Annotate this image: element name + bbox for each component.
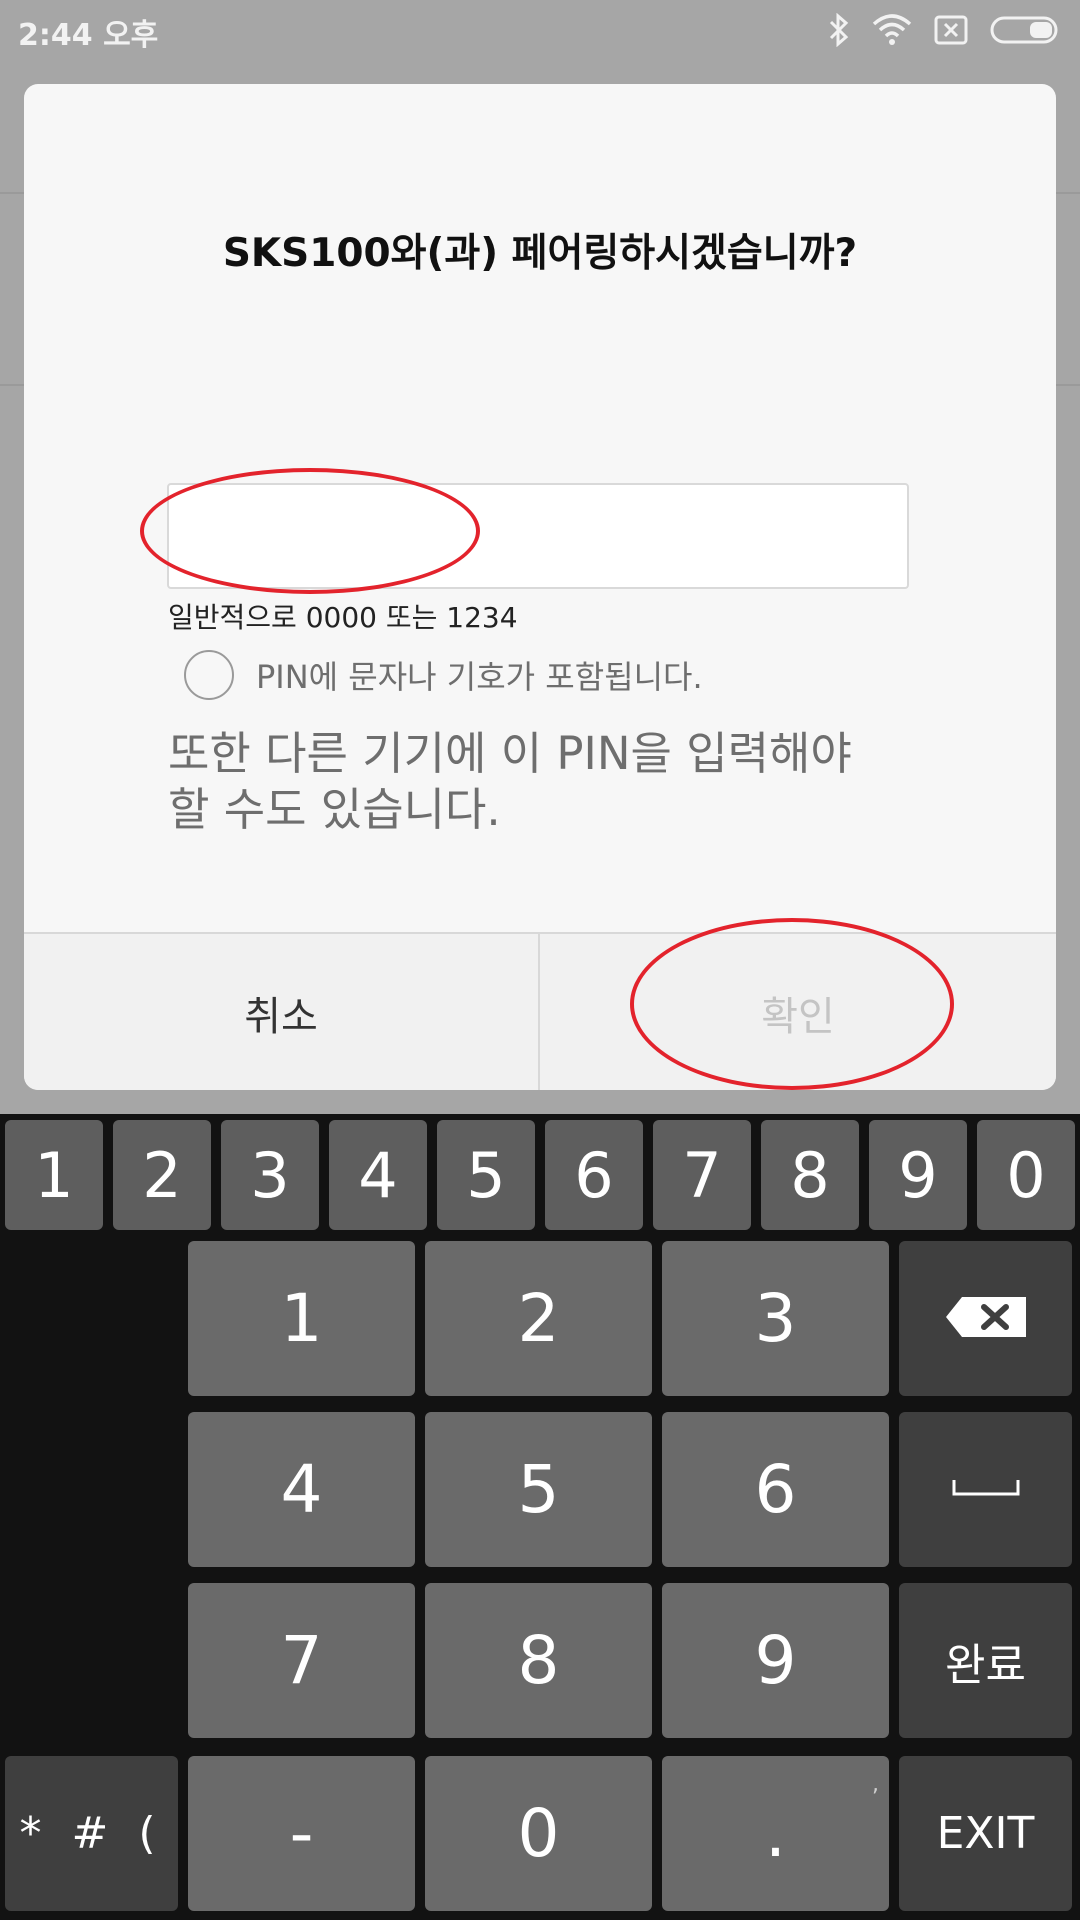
key-3[interactable]: 3 bbox=[662, 1241, 889, 1396]
status-time: 2:44 오후 bbox=[18, 18, 159, 53]
key-top-6[interactable]: 6 bbox=[545, 1120, 643, 1230]
key-top-7[interactable]: 7 bbox=[653, 1120, 751, 1230]
space-key[interactable] bbox=[899, 1412, 1072, 1567]
key-8[interactable]: 8 bbox=[425, 1583, 652, 1738]
confirm-button[interactable]: 확인 bbox=[540, 934, 1056, 1090]
info-text-line: 할 수도 있습니다. bbox=[168, 783, 501, 836]
key-top-3[interactable]: 3 bbox=[221, 1120, 319, 1230]
status-bar: 2:44 오후 bbox=[0, 0, 1080, 58]
key-2[interactable]: 2 bbox=[425, 1241, 652, 1396]
info-text-line: 또한 다른 기기에 이 PIN을 입력해야 bbox=[168, 727, 852, 780]
exit-key[interactable]: EXIT bbox=[899, 1756, 1072, 1911]
key-7[interactable]: 7 bbox=[188, 1583, 415, 1738]
bluetooth-icon bbox=[828, 13, 850, 47]
status-icons bbox=[828, 12, 1062, 48]
symbols-key[interactable]: * # ( bbox=[5, 1756, 178, 1911]
key-9[interactable]: 9 bbox=[662, 1583, 889, 1738]
key-top-0[interactable]: 0 bbox=[977, 1120, 1075, 1230]
key-4[interactable]: 4 bbox=[188, 1412, 415, 1567]
checkbox-label: PIN에 문자나 기호가 포함됩니다. bbox=[256, 658, 703, 696]
comma-alt-label: , bbox=[872, 1772, 879, 1797]
period-label: . bbox=[765, 1795, 786, 1872]
key-top-1[interactable]: 1 bbox=[5, 1120, 103, 1230]
key-top-5[interactable]: 5 bbox=[437, 1120, 535, 1230]
key-5[interactable]: 5 bbox=[425, 1412, 652, 1567]
key-6[interactable]: 6 bbox=[662, 1412, 889, 1567]
key-minus[interactable]: - bbox=[188, 1756, 415, 1911]
pin-hint: 일반적으로 0000 또는 1234 bbox=[168, 601, 518, 634]
backspace-icon bbox=[944, 1295, 1028, 1343]
pin-contains-letters-option[interactable]: PIN에 문자나 기호가 포함됩니다. bbox=[184, 650, 703, 700]
checkbox-circle-icon[interactable] bbox=[184, 650, 234, 700]
key-top-4[interactable]: 4 bbox=[329, 1120, 427, 1230]
key-0[interactable]: 0 bbox=[425, 1756, 652, 1911]
dialog-button-bar: 취소 확인 bbox=[24, 932, 1056, 1090]
key-top-8[interactable]: 8 bbox=[761, 1120, 859, 1230]
numeric-keyboard: 1 2 3 4 5 6 7 8 9 0 1 2 3 4 5 6 7 8 9 완료… bbox=[0, 1114, 1080, 1920]
pairing-dialog: SKS100와(과) 페어링하시겠습니까? 일반적으로 0000 또는 1234… bbox=[24, 84, 1056, 1090]
cancel-button[interactable]: 취소 bbox=[24, 934, 540, 1090]
key-top-9[interactable]: 9 bbox=[869, 1120, 967, 1230]
no-sim-icon bbox=[934, 15, 968, 45]
key-top-2[interactable]: 2 bbox=[113, 1120, 211, 1230]
info-text: 또한 다른 기기에 이 PIN을 입력해야 할 수도 있습니다. bbox=[168, 726, 908, 838]
backspace-key[interactable] bbox=[899, 1241, 1072, 1396]
pin-input[interactable] bbox=[167, 483, 909, 589]
battery-icon bbox=[990, 16, 1062, 44]
wifi-icon bbox=[872, 14, 912, 46]
key-1[interactable]: 1 bbox=[188, 1241, 415, 1396]
space-icon bbox=[951, 1478, 1021, 1502]
key-period[interactable]: . , bbox=[662, 1756, 889, 1911]
dialog-title: SKS100와(과) 페어링하시겠습니까? bbox=[222, 231, 858, 276]
done-key[interactable]: 완료 bbox=[899, 1583, 1072, 1738]
